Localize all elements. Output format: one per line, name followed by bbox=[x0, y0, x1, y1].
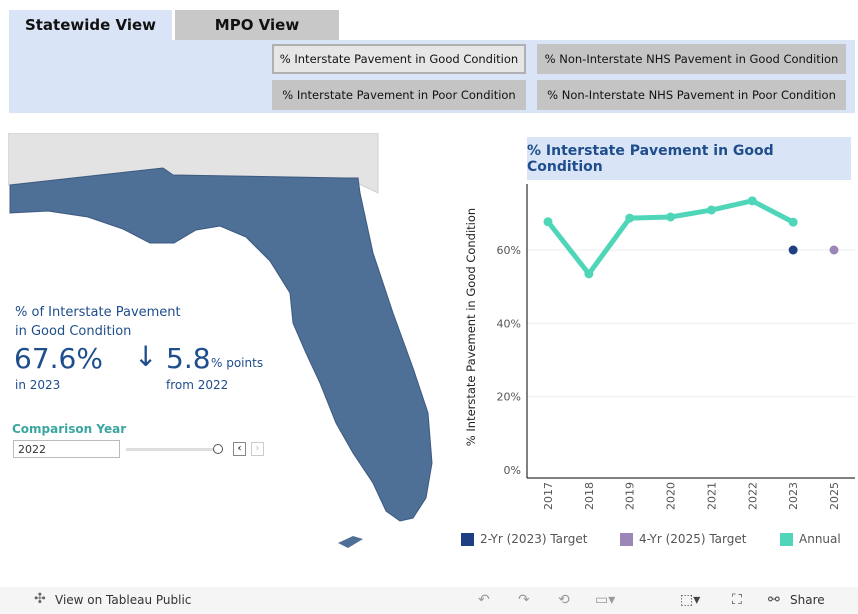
legend-label: 2-Yr (2023) Target bbox=[480, 532, 588, 546]
download-icon[interactable]: ⬚▾ bbox=[680, 592, 700, 608]
y-tick-label: 20% bbox=[497, 391, 521, 404]
arrow-down-icon: ↓ bbox=[134, 340, 158, 373]
previous-year-button[interactable]: ‹ bbox=[233, 442, 246, 456]
line-chart[interactable]: 0% 20% 40% 60% 2017 2018 2019 2020 2021 2022 2023 2… bbox=[455, 130, 858, 520]
y-axis-label: % Interstate Pavement in Good Condition bbox=[464, 208, 478, 446]
legend-swatch bbox=[780, 532, 793, 546]
y-tick-label: 40% bbox=[497, 317, 521, 330]
x-tick-label: 2019 bbox=[624, 482, 637, 510]
redo-icon[interactable]: ↷ bbox=[518, 592, 530, 608]
annual-point bbox=[666, 212, 676, 222]
legend-swatch bbox=[620, 532, 633, 546]
measure-noninterstate-good-button[interactable]: % Non-Interstate NHS Pavement in Good Co… bbox=[537, 44, 846, 74]
annual-line bbox=[546, 198, 795, 277]
annual-point bbox=[747, 196, 757, 206]
x-tick-label: 2017 bbox=[542, 482, 555, 510]
annual-point bbox=[543, 217, 553, 227]
legend-4yr-target: 4-Yr (2025) Target bbox=[620, 532, 746, 546]
x-tick-label: 2018 bbox=[583, 482, 596, 510]
tableau-logo-icon: ✣ bbox=[34, 591, 46, 607]
kpi-year: in 2023 bbox=[15, 378, 61, 392]
kpi-change-value: 5.8 bbox=[166, 342, 211, 375]
target-point bbox=[829, 245, 839, 255]
refresh-icon[interactable]: ▭▾ bbox=[595, 592, 615, 608]
measure-panel: % Interstate Pavement in Good Condition … bbox=[9, 40, 855, 113]
share-icon[interactable]: ⚯ bbox=[768, 592, 780, 608]
kpi-change-from: from 2022 bbox=[166, 378, 229, 392]
annual-point bbox=[625, 213, 635, 223]
y-tick-label: 0% bbox=[504, 464, 521, 477]
legend-label: 4-Yr (2025) Target bbox=[639, 532, 747, 546]
comparison-year-label: Comparison Year bbox=[12, 422, 127, 436]
y-tick-label: 60% bbox=[497, 244, 521, 257]
view-on-tableau-link[interactable]: View on Tableau Public bbox=[55, 593, 191, 607]
tableau-toolbar: ✣ View on Tableau Public ↶ ↷ ⟲ ▭▾ ⬚▾ ⛶ ⚯… bbox=[0, 587, 858, 614]
tab-mpo-view[interactable]: MPO View bbox=[175, 10, 339, 40]
next-year-button[interactable]: › bbox=[251, 442, 264, 456]
comparison-year-slider[interactable] bbox=[126, 448, 218, 451]
slider-handle[interactable] bbox=[213, 444, 223, 454]
measure-interstate-poor-button[interactable]: % Interstate Pavement in Poor Condition bbox=[272, 80, 526, 110]
x-tick-label: 2020 bbox=[665, 482, 678, 510]
share-button[interactable]: Share bbox=[790, 593, 825, 607]
measure-interstate-good-button[interactable]: % Interstate Pavement in Good Condition bbox=[272, 44, 526, 74]
legend-annual: Annual bbox=[780, 532, 841, 546]
x-tick-label: 2023 bbox=[787, 482, 800, 510]
x-tick-label: 2021 bbox=[705, 482, 718, 510]
target-point bbox=[788, 245, 798, 255]
kpi-title-line1: % of Interstate Pavement bbox=[15, 305, 181, 320]
x-tick-label: 2022 bbox=[746, 482, 759, 510]
annual-point bbox=[788, 217, 798, 227]
legend-label: Annual bbox=[799, 532, 841, 546]
measure-noninterstate-poor-button[interactable]: % Non-Interstate NHS Pavement in Poor Co… bbox=[537, 80, 846, 110]
revert-icon[interactable]: ⟲ bbox=[558, 592, 570, 608]
legend-2yr-target: 2-Yr (2023) Target bbox=[461, 532, 587, 546]
x-tick-label: 2025 bbox=[828, 482, 841, 510]
annual-point bbox=[584, 269, 594, 279]
annual-point bbox=[706, 205, 716, 215]
kpi-title-line2: in Good Condition bbox=[15, 324, 132, 339]
kpi-change-unit: % points bbox=[211, 356, 264, 370]
comparison-year-input[interactable]: 2022 bbox=[13, 440, 120, 458]
fullscreen-icon[interactable]: ⛶ bbox=[732, 592, 742, 608]
tab-statewide-view[interactable]: Statewide View bbox=[9, 10, 172, 40]
undo-icon[interactable]: ↶ bbox=[478, 592, 490, 608]
legend-swatch bbox=[461, 532, 474, 546]
kpi-value: 67.6% bbox=[14, 342, 103, 375]
